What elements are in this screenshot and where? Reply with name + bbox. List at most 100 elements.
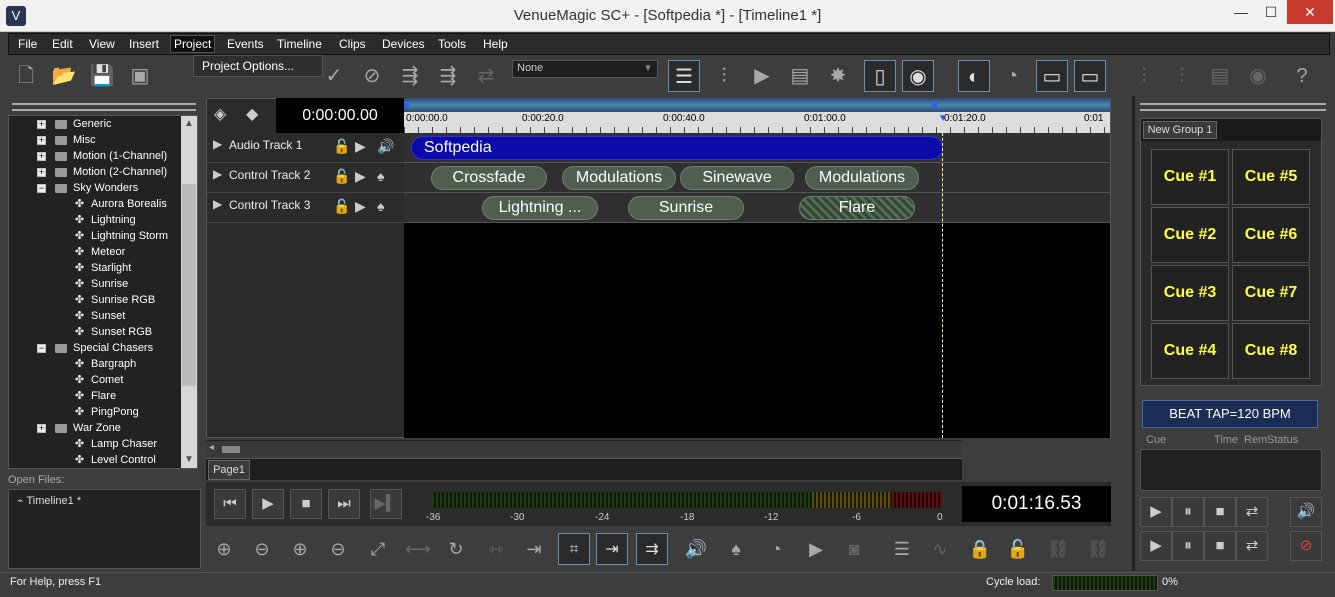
fit-icon[interactable]: ⤢ [362,533,394,565]
save-all-icon[interactable]: ▣ [124,60,156,92]
split-left-icon[interactable]: ⇶ [432,60,464,92]
play-button[interactable]: ▶ [252,489,284,519]
time-ruler[interactable]: 0:00:00.0 0:00:20.0 0:00:40.0 0:01:00.0 … [404,112,1110,133]
cue-list[interactable] [1140,449,1322,491]
cue-button-3[interactable]: Cue #3 [1151,265,1229,321]
open-file-item[interactable]: ⌁ Timeline1 * [17,494,81,507]
snap-to-icon[interactable]: ⇥ [596,533,628,565]
lock-icon[interactable]: 🔓 [333,198,350,215]
tree-effect-item[interactable]: ✤ Sunrise RGB [9,293,181,309]
expand-icon[interactable]: ▶ [213,197,222,211]
new-file-icon[interactable]: 🗋 [10,60,42,92]
open-folder-icon[interactable]: 📂 [48,60,80,92]
tree-effect-item[interactable]: ✤ PingPong [9,405,181,421]
cue-button-6[interactable]: Cue #6 [1232,207,1310,263]
list-view-icon[interactable]: ☰ [668,60,700,92]
jump-icon[interactable]: ⇥ [518,533,550,565]
effects-icon[interactable]: ✸ [822,60,854,92]
rewind-button[interactable]: ⏮ [214,489,246,519]
mixer-icon[interactable]: ⫶ [708,60,740,92]
loop-range-bar[interactable] [404,98,1110,112]
follow-view-icon[interactable]: ⇉ [636,533,668,565]
cue-pause-button[interactable]: ⏸ [1172,497,1204,527]
fader-plus-icon[interactable]: ⫶ [1166,60,1198,92]
grid-lock-icon[interactable]: ⌗ [558,533,590,565]
cue-no-edit-button[interactable]: ⊘ [1290,531,1322,561]
playhead-marker[interactable]: ▼ [938,113,948,124]
move-icon[interactable]: ⇿ [480,533,512,565]
no-edit-icon[interactable]: ⊘ [356,60,388,92]
tree-folder-item[interactable]: + Motion (1-Channel) [9,149,181,165]
play-track-icon[interactable]: ▶ [355,198,366,215]
lock-icon[interactable]: 🔓 [333,138,350,155]
lane-audio-1[interactable]: Softpedia [404,133,1110,163]
track-header-3[interactable]: ▶ Control Track 3 🔓 ▶ ♠ [207,193,404,223]
link-icon[interactable]: ⛓ [1042,533,1074,565]
loop-start-marker[interactable]: ▶ [404,100,412,111]
cue-pause-all-button[interactable]: ⏸ [1172,531,1204,561]
zoom-in-icon[interactable]: ⊕ [208,533,240,565]
add-light-icon[interactable]: ♠ [720,533,752,565]
drum-icon[interactable]: ◉ [902,60,934,92]
clip-crossfade[interactable]: Crossfade [431,166,547,190]
monitor-out-icon[interactable]: ▭ [1074,60,1106,92]
lane-control-3[interactable]: Lightning ... Sunrise Flare [404,193,1110,223]
close-button[interactable]: ✕ [1287,0,1333,24]
menu-clips[interactable]: Clips [336,37,369,51]
tab-new-group-1[interactable]: New Group 1 [1143,121,1217,139]
follow-icon[interactable]: ◆ [246,104,270,126]
clip-flare[interactable]: Flare [799,196,915,220]
tree-effect-item[interactable]: ✤ Bargraph [9,357,181,373]
tree-folder-item[interactable]: + Generic [9,117,181,133]
table-icon[interactable]: ▤ [784,60,816,92]
expand-icon[interactable]: + [37,152,46,161]
cue-volume-button[interactable]: 🔊 [1290,497,1322,527]
menu-edit[interactable]: Edit [49,37,76,51]
menu-project[interactable]: Project [170,35,216,53]
lane-control-2[interactable]: Crossfade Modulations Sinewave Modulatio… [404,163,1110,193]
expand-icon[interactable]: ▶ [213,167,222,181]
fast-forward-button[interactable]: ⏭ [328,489,360,519]
fader-icon[interactable]: ⫶ [1128,60,1160,92]
track-header-1[interactable]: ▶ Audio Track 1 🔓 ▶ 🔊 [207,133,404,163]
timer-icon[interactable]: ◔ [996,60,1028,92]
collapse-icon[interactable]: − [37,184,46,193]
add-timer-icon[interactable]: ◔ [760,533,792,565]
maximize-button[interactable]: ☐ [1256,0,1286,24]
clip-modulations[interactable]: Modulations [805,166,919,190]
step-button[interactable]: ▶▍ [370,489,402,519]
tree-effect-item[interactable]: ✤ Lamp Chaser [9,437,181,453]
cue-button-8[interactable]: Cue #8 [1232,323,1310,379]
expand-icon[interactable]: + [37,120,46,129]
arrange-icon[interactable]: ⇄ [470,60,502,92]
cue-button-4[interactable]: Cue #4 [1151,323,1229,379]
speaker-icon[interactable]: 🔊 [377,138,394,155]
beat-tap-button[interactable]: BEAT TAP=120 BPM [1142,400,1318,428]
cue-play-all-button[interactable]: ▶ [1140,531,1172,561]
tree-effect-item[interactable]: ✤ Level Control [9,453,181,468]
tree-folder-item[interactable]: − Special Chasers [9,341,181,357]
menu-lines-icon[interactable]: ☰ [886,533,918,565]
menu-insert[interactable]: Insert [126,37,162,51]
split-right-icon[interactable]: ⇶ [394,60,426,92]
span-icon[interactable]: ⟷ [402,533,434,565]
scroll-down-icon[interactable]: ▼ [181,452,197,468]
clip-lightning[interactable]: Lightning ... [482,196,598,220]
add-audio-icon[interactable]: 🔊 [680,533,712,565]
expand-icon[interactable]: ▶ [213,137,222,151]
tab-page1[interactable]: Page1 [208,460,250,480]
refresh-icon[interactable]: ↻ [440,533,472,565]
track-header-2[interactable]: ▶ Control Track 2 🔓 ▶ ♠ [207,163,404,193]
help-icon[interactable]: ? [1286,60,1318,92]
menu-tools[interactable]: Tools [435,37,469,51]
lock-icon[interactable]: 🔓 [333,168,350,185]
cue-play-button[interactable]: ▶ [1140,497,1172,527]
menu-help[interactable]: Help [480,37,511,51]
menu-timeline[interactable]: Timeline [274,37,325,51]
lock-closed-icon[interactable]: 🔒 [964,533,996,565]
zoom-in-full-icon[interactable]: ⊕ [284,533,316,565]
menu-events[interactable]: Events [224,37,267,51]
drum-small-icon[interactable]: ◉ [1242,60,1274,92]
layer-dropdown[interactable]: None ▾ [512,60,658,78]
cue-button-2[interactable]: Cue #2 [1151,207,1229,263]
